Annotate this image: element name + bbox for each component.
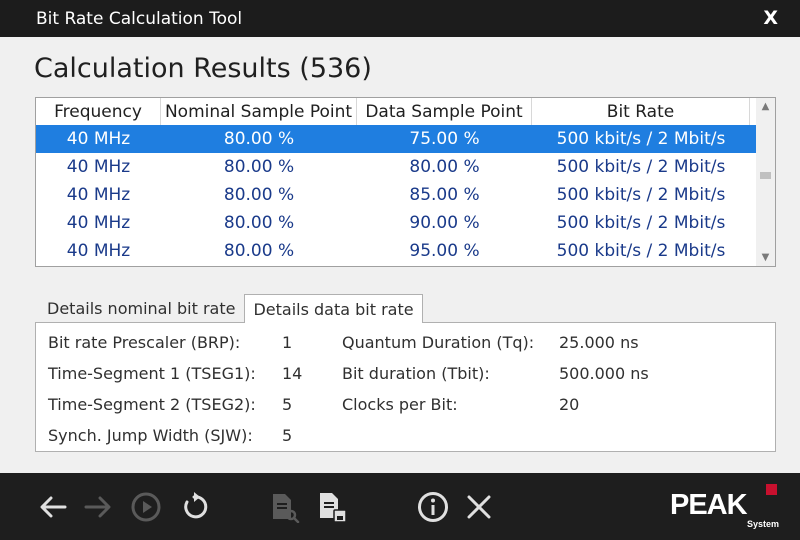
peak-system-logo: PEAK System	[666, 483, 781, 533]
tbit-label: Bit duration (Tbit):	[342, 364, 490, 383]
cell-frequency: 40 MHz	[66, 157, 131, 177]
cell-bit-rate: 500 kbit/s / 2 Mbit/s	[556, 213, 726, 233]
window-title: Bit Rate Calculation Tool	[36, 9, 243, 29]
tq-value: 25.000 ns	[559, 333, 639, 352]
tseg1-value: 14	[282, 364, 303, 383]
cell-nominal-sample-point: 80.00 %	[223, 241, 295, 261]
results-title: Calculation Results (536)	[34, 53, 372, 84]
cell-nominal-sample-point: 80.00 %	[223, 129, 295, 149]
brp-label: Bit rate Prescaler (BRP):	[48, 333, 241, 352]
info-icon[interactable]	[417, 491, 449, 523]
cell-nominal-sample-point: 80.00 %	[223, 157, 295, 177]
brp-value: 1	[282, 333, 293, 352]
document-save-icon[interactable]	[316, 491, 348, 523]
table-vertical-scrollbar[interactable]: ▲ ▼	[756, 98, 775, 266]
logo-name: PEAK	[670, 489, 748, 521]
title-bar: Bit Rate Calculation Tool X	[0, 0, 800, 37]
table-row[interactable]: 40 MHz 80.00 % 90.00 % 500 kbit/s / 2 Mb…	[36, 209, 756, 237]
clocks-per-bit-value: 20	[559, 395, 580, 414]
close-icon[interactable]	[463, 491, 495, 523]
cell-data-sample-point: 90.00 %	[409, 213, 480, 233]
cell-bit-rate: 500 kbit/s / 2 Mbit/s	[556, 241, 726, 261]
cell-frequency: 40 MHz	[66, 241, 131, 261]
logo-sub: System	[746, 519, 779, 529]
back-arrow-icon[interactable]	[37, 491, 69, 523]
cell-data-sample-point: 75.00 %	[409, 129, 480, 149]
cell-bit-rate: 500 kbit/s / 2 Mbit/s	[556, 157, 726, 177]
clocks-per-bit-label: Clocks per Bit:	[342, 395, 458, 414]
scroll-thumb[interactable]	[760, 172, 771, 179]
cell-frequency: 40 MHz	[66, 213, 131, 233]
details-tabs: Details nominal bit rate Details data bi…	[38, 294, 423, 323]
tseg2-value: 5	[282, 395, 293, 414]
cell-nominal-sample-point: 80.00 %	[223, 213, 295, 233]
table-body: 40 MHz 80.00 % 75.00 % 500 kbit/s / 2 Mb…	[36, 125, 756, 265]
cell-frequency: 40 MHz	[66, 129, 131, 149]
table-header: Frequency Nominal Sample Point Data Samp…	[36, 98, 756, 125]
tseg2-label: Time-Segment 2 (TSEG2):	[48, 395, 256, 414]
tseg1-label: Time-Segment 1 (TSEG1):	[48, 364, 256, 383]
column-header-data-sample-point[interactable]: Data Sample Point	[357, 98, 532, 125]
cell-frequency: 40 MHz	[66, 185, 131, 205]
tq-label: Quantum Duration (Tq):	[342, 333, 535, 352]
forward-arrow-icon	[82, 491, 114, 523]
cell-nominal-sample-point: 80.00 %	[223, 185, 295, 205]
sjw-value: 5	[282, 426, 293, 445]
document-search-icon	[268, 491, 300, 523]
main-content: Calculation Results (536) Frequency Nomi…	[0, 37, 800, 473]
sjw-label: Synch. Jump Width (SJW):	[48, 426, 253, 445]
tab-details-nominal-bit-rate[interactable]: Details nominal bit rate	[38, 294, 244, 322]
cell-data-sample-point: 85.00 %	[409, 185, 480, 205]
cell-bit-rate: 500 kbit/s / 2 Mbit/s	[556, 129, 726, 149]
results-table: Frequency Nominal Sample Point Data Samp…	[35, 97, 776, 267]
window-close-button[interactable]: X	[763, 7, 778, 29]
cell-data-sample-point: 95.00 %	[409, 241, 480, 261]
logo-accent-square	[766, 484, 777, 495]
tab-details-data-bit-rate[interactable]: Details data bit rate	[244, 294, 423, 323]
column-header-nominal-sample-point[interactable]: Nominal Sample Point	[161, 98, 357, 125]
reset-icon[interactable]	[178, 491, 210, 523]
table-row[interactable]: 40 MHz 80.00 % 85.00 % 500 kbit/s / 2 Mb…	[36, 181, 756, 209]
table-row[interactable]: 40 MHz 80.00 % 80.00 % 500 kbit/s / 2 Mb…	[36, 153, 756, 181]
scroll-up-arrow-icon[interactable]: ▲	[756, 98, 775, 115]
details-panel: Bit rate Prescaler (BRP): 1 Time-Segment…	[35, 322, 776, 452]
column-header-frequency[interactable]: Frequency	[36, 98, 161, 125]
scroll-down-arrow-icon[interactable]: ▼	[756, 249, 775, 266]
cell-data-sample-point: 80.00 %	[409, 157, 480, 177]
play-icon	[130, 491, 162, 523]
bottom-toolbar: PEAK System	[0, 473, 800, 540]
table-row[interactable]: 40 MHz 80.00 % 75.00 % 500 kbit/s / 2 Mb…	[36, 125, 756, 153]
tbit-value: 500.000 ns	[559, 364, 649, 383]
cell-bit-rate: 500 kbit/s / 2 Mbit/s	[556, 185, 726, 205]
column-header-bit-rate[interactable]: Bit Rate	[532, 98, 750, 125]
table-row[interactable]: 40 MHz 80.00 % 95.00 % 500 kbit/s / 2 Mb…	[36, 237, 756, 265]
